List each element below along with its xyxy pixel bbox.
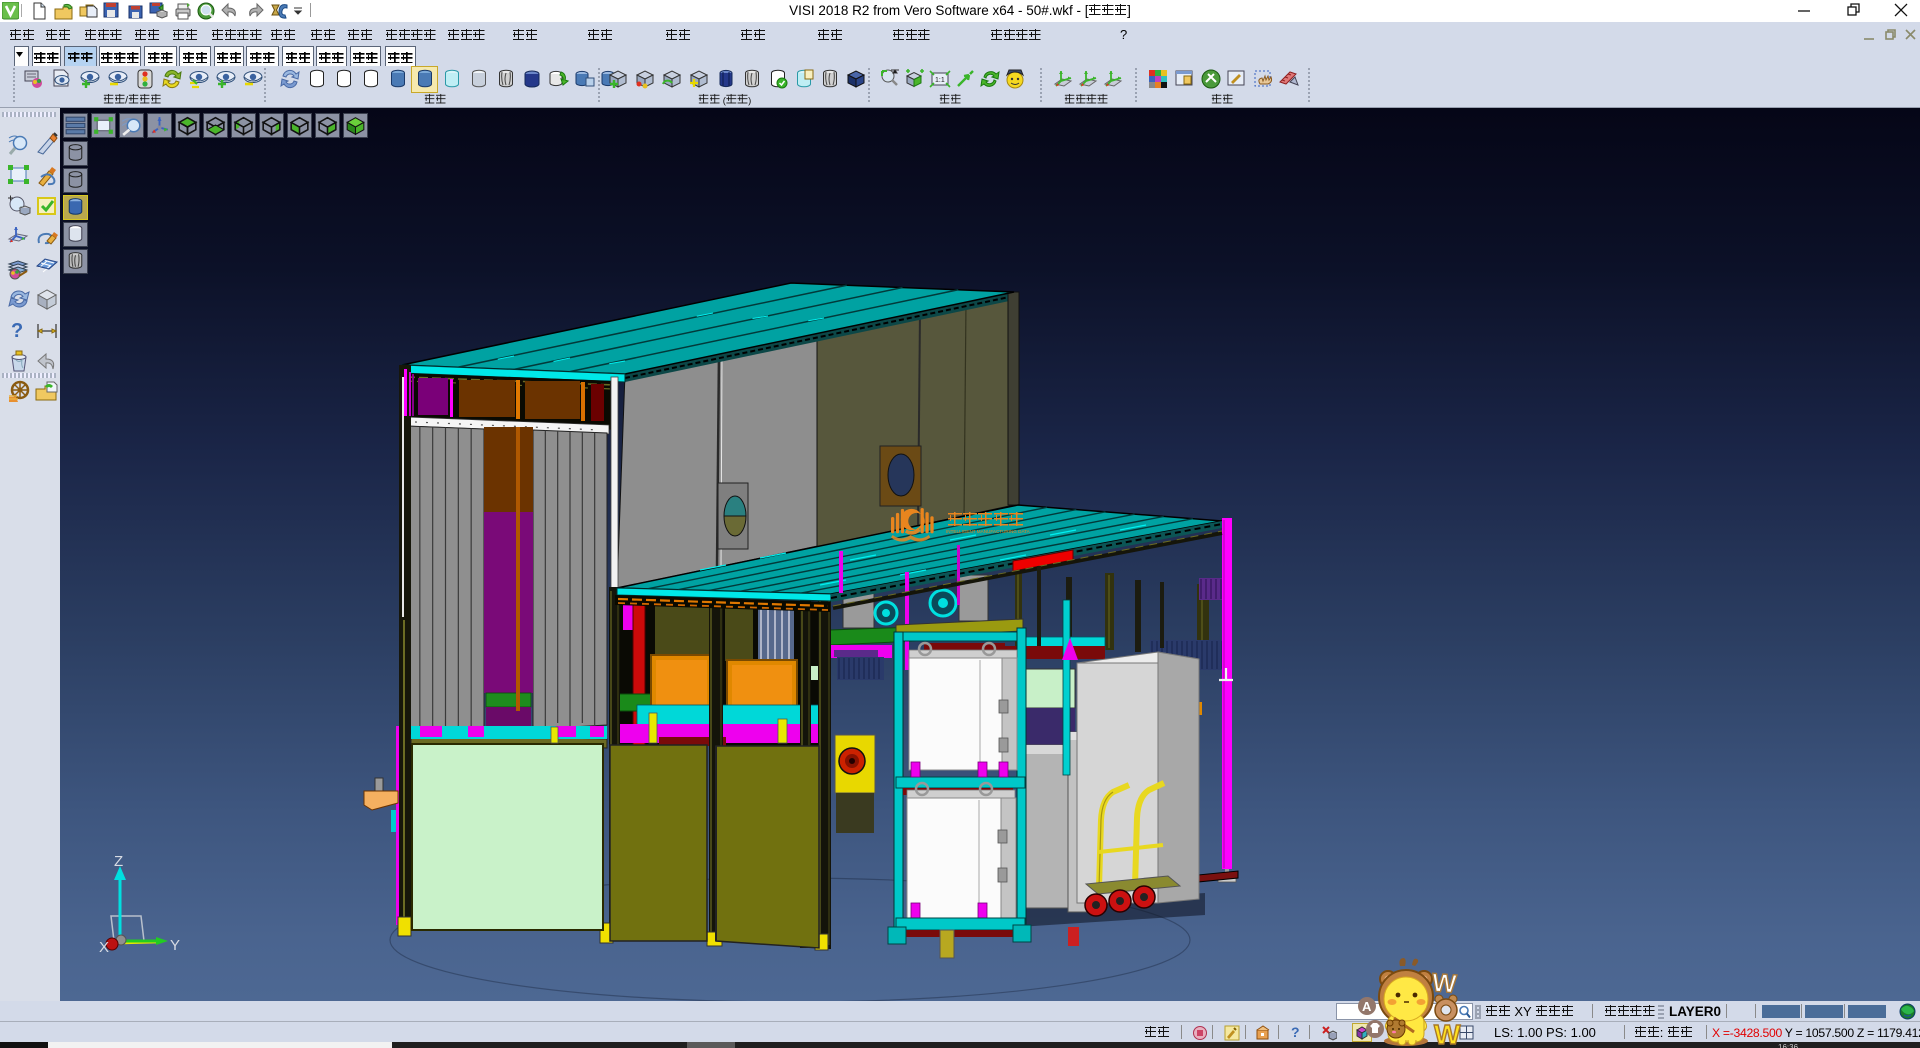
- svg-text:A: A: [1362, 999, 1372, 1014]
- svg-text:?: ?: [11, 320, 23, 342]
- svg-text:1:1: 1:1: [935, 77, 945, 84]
- svg-text:Z: Z: [114, 853, 123, 870]
- svg-text:W: W: [1431, 967, 1458, 999]
- svg-text:X: X: [99, 939, 109, 956]
- svg-text:Y: Y: [170, 937, 180, 954]
- svg-text:W: W: [1434, 1019, 1461, 1048]
